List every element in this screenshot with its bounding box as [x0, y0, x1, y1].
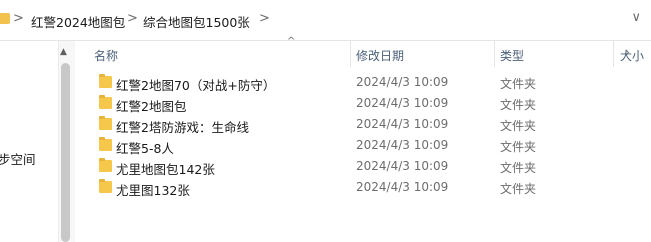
- folder-icon: [99, 137, 112, 151]
- folder-icon: [99, 116, 112, 130]
- column-header-size[interactable]: 大小: [620, 47, 644, 64]
- file-name[interactable]: 尤里图132张: [116, 180, 190, 199]
- list-item[interactable]: 红警2地图70（对战+防守） 2024/4/3 10:09 文件夹: [74, 72, 651, 93]
- file-modified: 2024/4/3 10:09: [356, 117, 449, 131]
- sort-ascending-icon: ^: [287, 36, 296, 47]
- column-divider[interactable]: [350, 41, 351, 67]
- column-header-modified[interactable]: 修改日期: [356, 47, 404, 64]
- file-modified: 2024/4/3 10:09: [356, 180, 449, 194]
- file-name[interactable]: 红警2塔防游戏：生命线: [116, 117, 249, 136]
- file-modified: 2024/4/3 10:09: [356, 96, 449, 110]
- file-type: 文件夹: [500, 98, 537, 112]
- file-modified: 2024/4/3 10:09: [356, 159, 449, 173]
- chevron-down-icon[interactable]: ∨: [631, 10, 641, 25]
- list-item[interactable]: 红警2塔防游戏：生命线 2024/4/3 10:09 文件夹: [74, 114, 651, 135]
- column-header-row: ^ 名称 修改日期 类型 › 大小: [74, 36, 651, 67]
- breadcrumb-item[interactable]: 综合地图包1500张: [143, 12, 250, 31]
- file-name[interactable]: 尤里地图包142张: [116, 159, 215, 178]
- folder-icon: [99, 74, 112, 88]
- column-divider[interactable]: [613, 41, 614, 67]
- file-modified: 2024/4/3 10:09: [356, 75, 449, 89]
- file-type: 文件夹: [500, 77, 537, 91]
- chevron-right-icon[interactable]: >: [259, 11, 270, 26]
- folder-icon: [99, 95, 112, 109]
- file-type: 文件夹: [500, 182, 537, 196]
- scroll-up-icon[interactable]: ▲: [60, 47, 67, 57]
- column-header-name[interactable]: 名称: [94, 47, 118, 64]
- file-name[interactable]: 红警5-8人: [116, 138, 174, 157]
- column-header-type[interactable]: 类型: [500, 47, 524, 64]
- list-item[interactable]: 尤里图132张 2024/4/3 10:09 文件夹: [74, 177, 651, 198]
- folder-icon: [0, 13, 10, 24]
- file-type: 文件夹: [500, 119, 537, 133]
- chevron-right-icon[interactable]: >: [13, 11, 24, 26]
- folder-icon: [99, 179, 112, 193]
- file-name[interactable]: 红警2地图70（对战+防守）: [116, 75, 275, 94]
- nav-scrollbar-thumb[interactable]: [61, 63, 70, 242]
- list-item[interactable]: 尤里地图包142张 2024/4/3 10:09 文件夹: [74, 156, 651, 177]
- file-type: 文件夹: [500, 161, 537, 175]
- breadcrumb-item[interactable]: 红警2024地图包: [31, 12, 125, 31]
- address-bar[interactable]: > 红警2024地图包 > 综合地图包1500张 > ∨: [0, 0, 651, 41]
- file-name[interactable]: 红警2地图包: [116, 96, 186, 115]
- folder-icon: [99, 158, 112, 172]
- list-item[interactable]: 红警5-8人 2024/4/3 10:09 文件夹: [74, 135, 651, 156]
- file-modified: 2024/4/3 10:09: [356, 138, 449, 152]
- navigation-pane: ▲ 步空间: [0, 41, 75, 242]
- list-item[interactable]: 红警2地图包 2024/4/3 10:09 文件夹: [74, 93, 651, 114]
- nav-item[interactable]: 步空间: [0, 149, 36, 168]
- column-divider[interactable]: [494, 41, 495, 67]
- file-type: 文件夹: [500, 140, 537, 154]
- chevron-right-icon[interactable]: >: [127, 11, 138, 26]
